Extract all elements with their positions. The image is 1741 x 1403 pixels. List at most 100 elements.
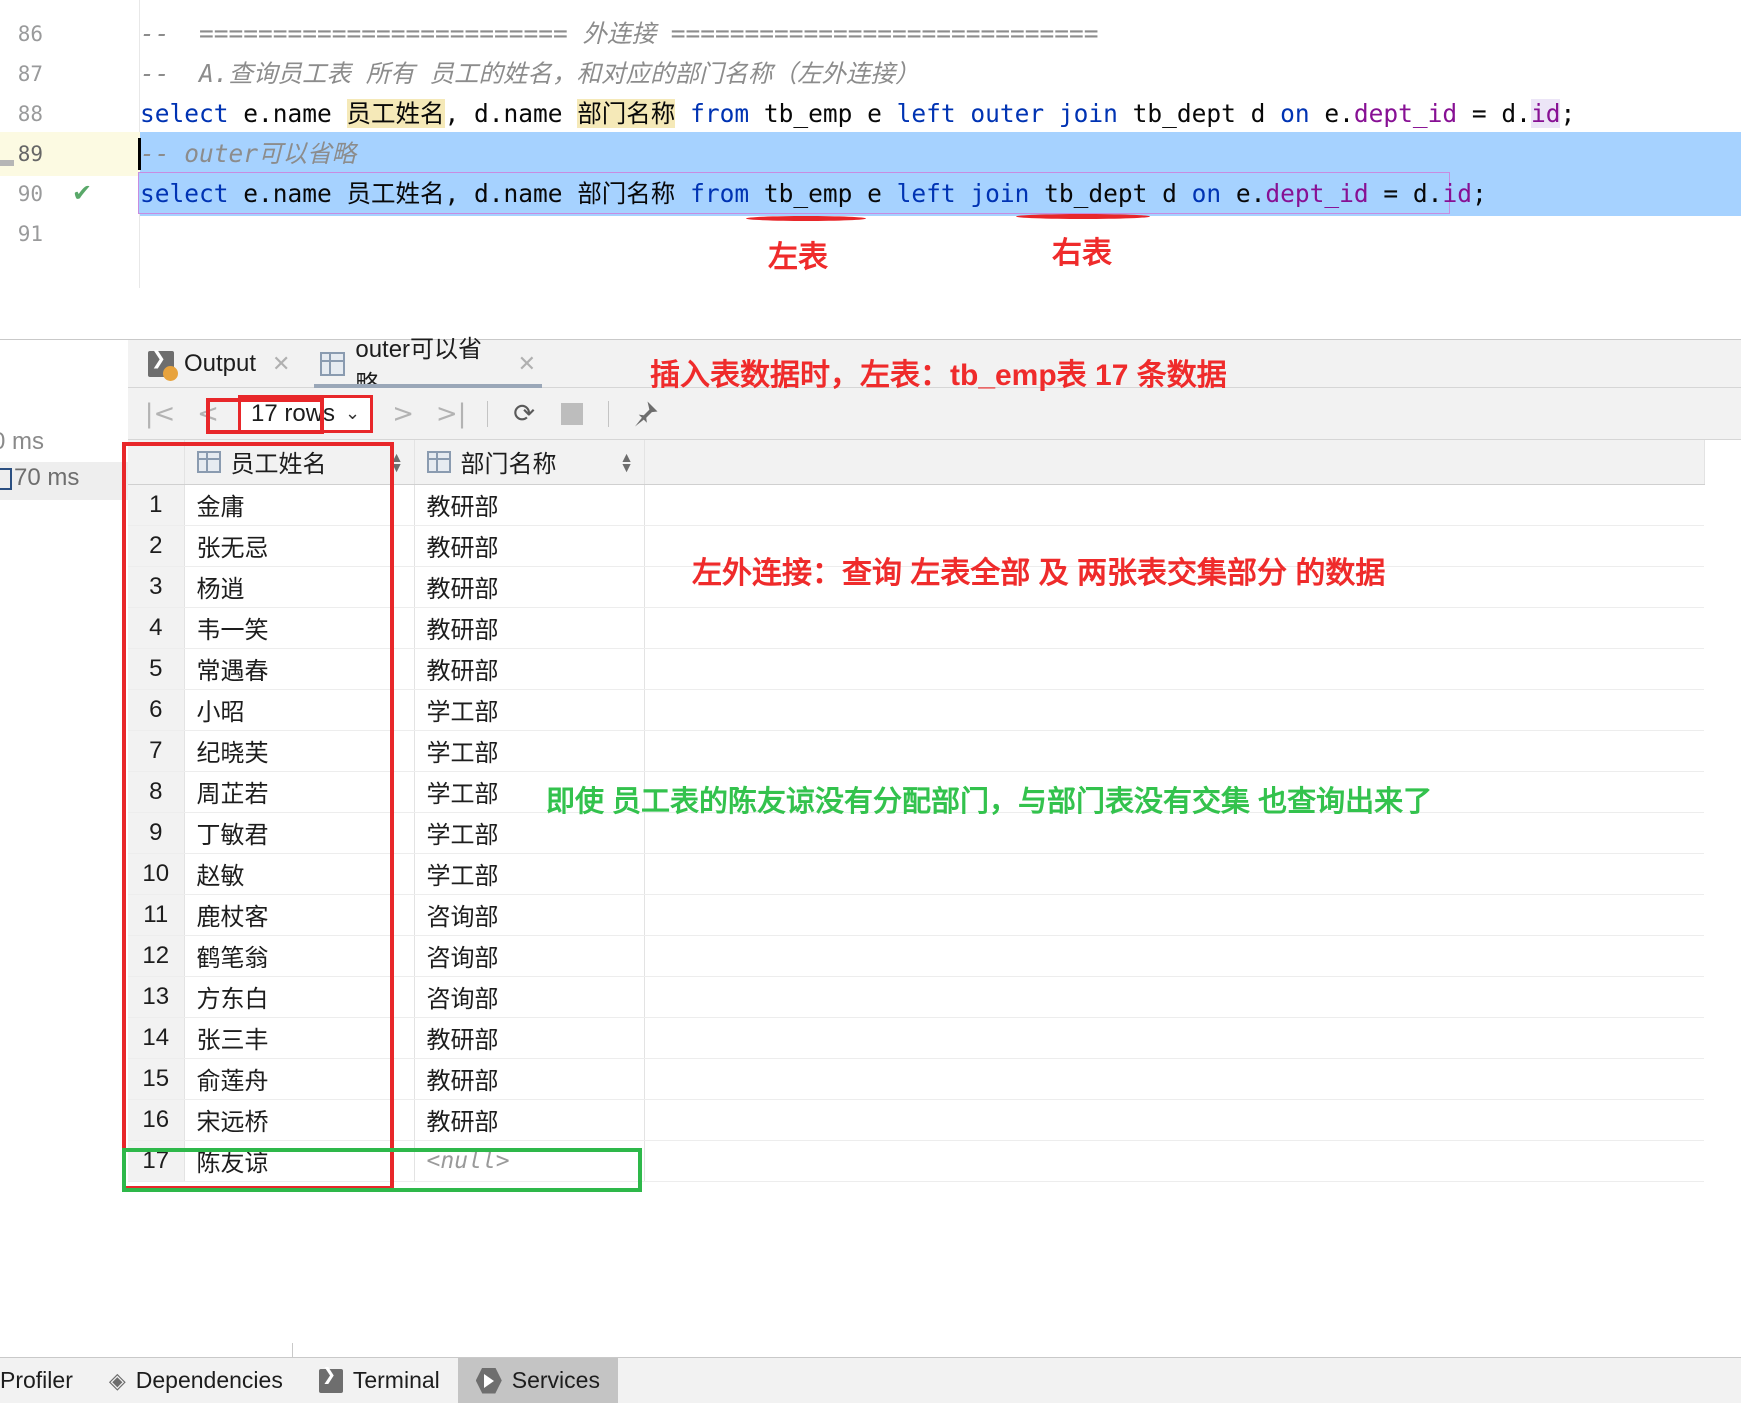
cell-filler: [644, 935, 1704, 977]
cell-dept-name[interactable]: 教研部: [414, 566, 645, 608]
token-expr-a: e.: [1221, 179, 1266, 208]
execution-time-panel: 0 ms 70 ms: [0, 340, 128, 500]
grid-icon: [320, 352, 346, 376]
token-alias-dept-name: 部门名称: [577, 179, 676, 208]
pin-icon[interactable]: [623, 394, 667, 434]
grid-header-filler: [644, 440, 1705, 485]
line-number: 88: [17, 102, 43, 126]
line-number-current: 89: [17, 142, 43, 166]
line-number: 86: [17, 22, 43, 46]
cell-dept-name[interactable]: 教研部: [414, 525, 645, 567]
code-editor[interactable]: 86 87 88 89 90 91 ✔ -- =================…: [0, 0, 1741, 288]
token-tb-dept: tb_dept d: [1029, 179, 1192, 208]
stop-icon[interactable]: [550, 394, 594, 434]
token-tb-emp: tb_emp e: [763, 99, 897, 128]
panel-edge: [292, 1343, 293, 1357]
cell-filler: [644, 484, 1704, 526]
statusbar-terminal-label: Terminal: [352, 1367, 440, 1393]
cell-dept-name[interactable]: 学工部: [414, 730, 645, 772]
cell-dept-name[interactable]: 教研部: [414, 1099, 645, 1141]
first-page-button[interactable]: |<: [138, 394, 182, 434]
statusbar-item-terminal[interactable]: Terminal: [301, 1358, 458, 1403]
token-tb-emp: tb_emp e: [763, 179, 897, 208]
cell-dept-name[interactable]: 学工部: [414, 689, 645, 731]
cell-dept-name[interactable]: 学工部: [414, 771, 645, 813]
cell-dept-name[interactable]: 咨询部: [414, 935, 645, 977]
chevron-down-icon: ⌄: [345, 403, 361, 423]
token-dept-id: dept_id: [1265, 179, 1369, 208]
token-eq: = d.: [1368, 179, 1443, 208]
statusbar-profiler-label: Profiler: [0, 1367, 73, 1393]
close-icon[interactable]: ✕: [518, 351, 536, 377]
code-line-90: select e.name 员工姓名, d.name 部门名称 from tb_…: [140, 172, 1487, 216]
statusbar-dependencies-label: Dependencies: [135, 1367, 283, 1393]
layers-icon: ◈: [108, 1367, 126, 1393]
terminal-icon: [318, 1365, 343, 1393]
current-line-highlight: [140, 132, 1741, 176]
execute-success-check-icon: ✔: [72, 180, 93, 207]
token-d-name: d.name: [474, 179, 578, 208]
cell-dept-name[interactable]: 学工部: [414, 853, 645, 895]
console-icon: [148, 348, 178, 381]
token-tb-dept: tb_dept d: [1117, 99, 1281, 128]
cell-dept-name[interactable]: 教研部: [414, 1017, 645, 1059]
last-page-button[interactable]: >|: [429, 394, 473, 434]
cell-filler: [644, 648, 1704, 690]
token-comma: ,: [444, 99, 475, 128]
execution-time-partial: 0 ms: [0, 428, 45, 455]
tab-outer-result[interactable]: outer可以省略 ✕: [314, 336, 542, 398]
cell-dept-name[interactable]: 教研部: [414, 607, 645, 649]
code-content[interactable]: -- ========================= 外连接 =======…: [138, 0, 1741, 288]
statusbar-item-profiler[interactable]: Profiler: [0, 1358, 91, 1403]
cell-filler: [644, 1140, 1704, 1182]
reload-icon[interactable]: ⟳: [502, 394, 546, 434]
results-toolbar: |< < 17 rows ⌄ > >| ⟳: [128, 388, 1741, 440]
app-root: 86 87 88 89 90 91 ✔ -- =================…: [0, 0, 1741, 1403]
cell-dept-name[interactable]: 教研部: [414, 484, 645, 526]
close-icon[interactable]: ✕: [272, 351, 290, 377]
token-comma: ,: [444, 179, 475, 208]
statusbar-item-services[interactable]: Services: [457, 1357, 618, 1403]
cell-filler: [644, 976, 1704, 1018]
token-dept-id: dept_id: [1353, 99, 1458, 128]
token-eq: = d.: [1457, 99, 1531, 128]
sort-icon[interactable]: ▲ ▼: [620, 450, 634, 474]
code-line-89: -- outer可以省略: [140, 139, 357, 168]
bottom-statusbar: Profiler ◈ Dependencies Terminal Service…: [0, 1357, 1741, 1403]
cell-dept-name[interactable]: 教研部: [414, 1058, 645, 1100]
cell-filler: [644, 812, 1704, 854]
toolbar-divider: [487, 400, 489, 427]
cell-filler: [644, 1017, 1704, 1059]
token-alias-dept-name: 部门名称: [577, 99, 676, 128]
line-number: 87: [17, 62, 43, 86]
next-page-button[interactable]: >: [381, 394, 425, 434]
token-alias-emp-name: 员工姓名: [346, 179, 445, 208]
token-semicolon: ;: [1471, 179, 1487, 208]
underline-right-table: [1016, 214, 1150, 219]
execution-time-total: 70 ms: [14, 464, 80, 491]
token-alias-emp-name: 员工姓名: [346, 99, 445, 128]
highlight-box-name-column: [122, 442, 394, 1190]
highlight-box-null-row: [122, 1148, 642, 1192]
statusbar-item-dependencies[interactable]: ◈ Dependencies: [91, 1358, 301, 1403]
token-left-join: left join: [896, 179, 1030, 208]
cell-dept-name[interactable]: 学工部: [414, 812, 645, 854]
tab-output-label: Output: [184, 350, 257, 377]
cell-filler: [644, 689, 1704, 731]
column-header-label: 部门名称: [460, 451, 557, 479]
cell-dept-name[interactable]: 教研部: [414, 648, 645, 690]
token-d-name: d.name: [474, 99, 578, 128]
token-from: from: [675, 179, 764, 208]
services-icon: [475, 1367, 502, 1394]
column-header-dept-name[interactable]: 部门名称 ▲ ▼: [414, 440, 645, 485]
statement-icon: [0, 468, 12, 490]
code-line-87: -- A.查询员工表 所有 员工的姓名，和对应的部门名称（左外连接）: [140, 59, 920, 88]
token-semicolon: ;: [1560, 99, 1576, 128]
token-on: on: [1191, 179, 1222, 208]
cell-dept-name[interactable]: 咨询部: [414, 976, 645, 1018]
tab-output[interactable]: Output ✕: [142, 340, 296, 388]
token-e-name: e.name: [228, 99, 347, 128]
editor-gutter: 86 87 88 89 90 91 ✔: [0, 0, 140, 288]
cell-dept-name[interactable]: 咨询部: [414, 894, 645, 936]
cell-filler: [644, 607, 1704, 649]
